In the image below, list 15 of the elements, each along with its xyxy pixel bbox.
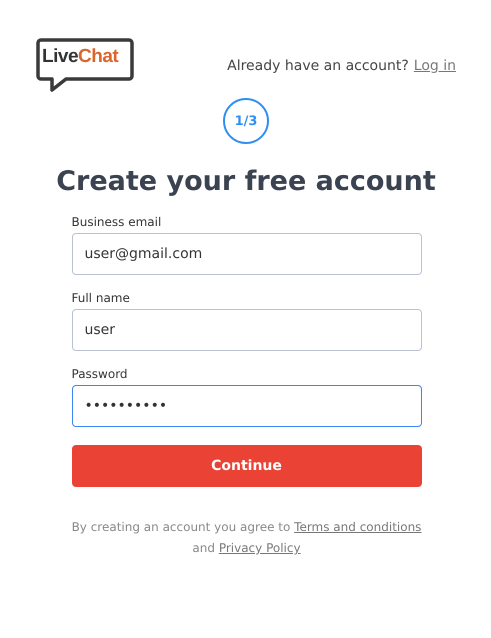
privacy-link[interactable]: Privacy Policy bbox=[218, 541, 301, 555]
login-link[interactable]: Log in bbox=[414, 58, 456, 74]
logo-text: LiveChat bbox=[42, 46, 118, 68]
input-field[interactable]: •••••••••• bbox=[72, 385, 422, 427]
page-title: Create your free account bbox=[55, 166, 437, 197]
field-label: Business email bbox=[72, 215, 162, 229]
legal-notice: By creating an account you agree to Terms and conditions and Privacy Policy bbox=[72, 519, 422, 557]
field-label: Password bbox=[72, 367, 129, 381]
account-prompt: Already have an account? bbox=[227, 58, 409, 74]
terms-link[interactable]: Terms and conditions bbox=[294, 520, 422, 534]
input-field[interactable]: user@gmail.com bbox=[72, 233, 422, 275]
continue-button[interactable]: Continue bbox=[72, 445, 422, 487]
input-field[interactable]: user bbox=[72, 309, 422, 351]
step-indicator: 1/3 bbox=[223, 98, 269, 144]
field-label: Full name bbox=[72, 291, 131, 305]
